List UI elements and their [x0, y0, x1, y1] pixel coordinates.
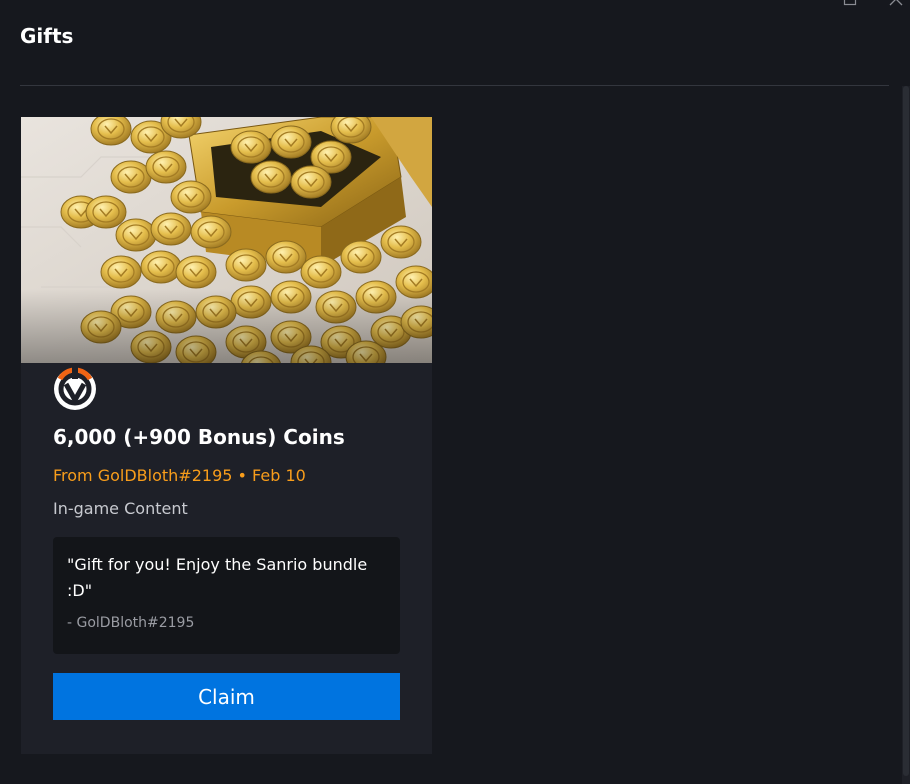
content-type-label: In-game Content: [53, 499, 188, 518]
close-button[interactable]: [889, 0, 903, 6]
overwatch-logo-icon: [53, 367, 97, 411]
gift-message-signature: - GolDBloth#2195: [67, 615, 195, 631]
gold-coins-image: [21, 117, 432, 363]
gift-sender-date: From GolDBloth#2195 • Feb 10: [53, 466, 306, 485]
maximize-icon: [843, 0, 857, 6]
gifts-window: Gifts 6,000 (+900 Bonus) Coins From GolD…: [0, 0, 910, 784]
scrollbar-thumb[interactable]: [903, 86, 909, 776]
close-icon: [889, 0, 903, 6]
claim-button[interactable]: Claim: [53, 673, 400, 720]
page-title: Gifts: [20, 24, 74, 48]
maximize-button[interactable]: [843, 0, 857, 6]
gift-card: 6,000 (+900 Bonus) Coins From GolDBloth#…: [21, 117, 432, 754]
header-divider: [20, 85, 889, 86]
gift-message-box: "Gift for you! Enjoy the Sanrio bundle :…: [53, 537, 400, 654]
product-name: 6,000 (+900 Bonus) Coins: [53, 425, 345, 449]
scrollbar[interactable]: [902, 86, 910, 784]
gift-message-text: "Gift for you! Enjoy the Sanrio bundle :…: [67, 555, 368, 600]
